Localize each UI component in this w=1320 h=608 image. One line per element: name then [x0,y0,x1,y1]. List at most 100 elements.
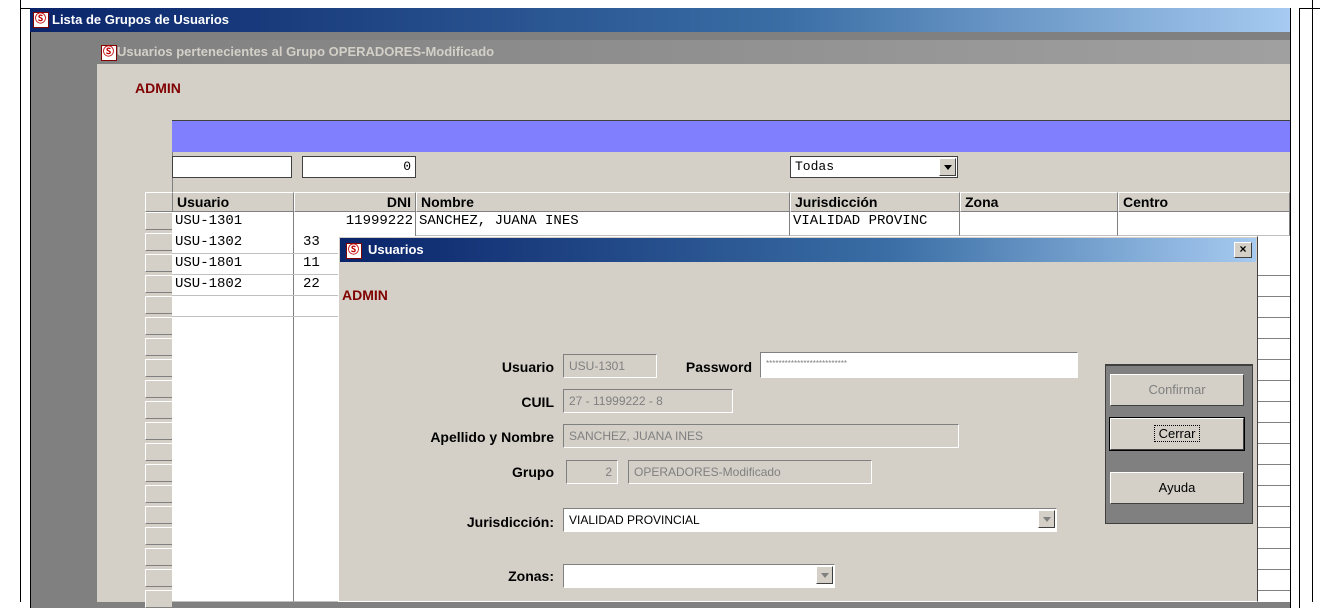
row-selector[interactable] [145,548,173,566]
cerrar-button[interactable]: Cerrar [1109,417,1245,451]
grid-row-line [1258,359,1290,360]
zonas-label: Zonas: [508,568,554,584]
cell-usuario[interactable]: USU-1301 [172,212,294,232]
ayuda-button[interactable]: Ayuda [1110,472,1244,504]
column-header-selector [145,192,173,212]
row-selector[interactable] [145,275,173,293]
column-header-nombre[interactable]: Nombre [416,192,790,212]
row-selector[interactable] [145,338,173,356]
grid-column-centro [1118,212,1290,236]
dialog-current-user: ADMIN [342,287,388,303]
grid-row-line [1258,296,1290,297]
cerrar-button-label: Cerrar [1153,425,1201,442]
row-selector[interactable] [145,401,173,419]
row-selector[interactable] [145,317,173,335]
usuario-field[interactable]: USU-1301 [563,354,657,378]
jurisdiccion-select[interactable]: VIALIDAD PROVINCIAL [563,508,1057,532]
chevron-down-icon[interactable] [816,566,833,584]
cell-dni[interactable]: 11999222 [294,212,416,232]
row-selector[interactable] [145,296,173,314]
cell-jurisdiccion[interactable]: VIALIDAD PROVINC [790,212,960,232]
row-selector[interactable] [145,422,173,440]
row-selector[interactable] [145,590,173,608]
cuil-field[interactable]: 27 - 11999222 - 8 [563,389,733,413]
cell-dni[interactable]: 33 [300,233,340,253]
confirmar-button[interactable]: Confirmar [1110,374,1244,406]
row-selector[interactable] [145,506,173,524]
frame-line-left [20,0,21,602]
cell-usuario[interactable]: USU-1801 [172,254,294,274]
grid-row-line [1258,275,1290,276]
grid-row-line [1258,317,1290,318]
row-selector[interactable] [145,569,173,587]
outer-window-right-border [1290,8,1300,608]
grid-row-line [1258,590,1290,591]
jurisdiccion-label: Jurisdicción: [466,514,554,530]
column-header-zona[interactable]: Zona [960,192,1118,212]
grid-row-line [172,316,338,317]
inner-window-title: Usuarios pertenecientes al Grupo OPERADO… [117,44,495,59]
cell-usuario[interactable]: USU-1302 [172,233,294,253]
ayuda-button-label: Ayuda [1158,480,1196,495]
row-selector[interactable] [145,233,173,251]
jurisdiccion-value: VIALIDAD PROVINCIAL [569,513,700,527]
grid-row-line [1258,569,1290,570]
chevron-down-icon[interactable] [939,158,956,176]
grid-row-line [1258,464,1290,465]
frame-line-right [1312,0,1313,602]
chevron-down-icon[interactable] [1038,510,1055,528]
grid-row-line [1258,338,1290,339]
cell-dni[interactable]: 11 [300,254,340,274]
app-icon [101,43,117,61]
filter-dni-input[interactable]: 0 [302,156,416,178]
row-selector[interactable] [145,485,173,503]
filter-jurisdiccion-value: Todas [795,159,835,174]
grid-header-band [172,120,1290,152]
usuario-label: Usuario [501,359,554,375]
grid-row-line [1258,548,1290,549]
row-selector[interactable] [145,212,173,230]
password-field[interactable]: ************************** [760,352,1078,378]
cell-nombre[interactable]: SANCHEZ, JUANA INES [416,212,790,232]
app-icon [346,241,362,259]
column-header-dni[interactable]: DNI [294,192,416,212]
grupo-label: Grupo [512,464,554,480]
close-icon[interactable]: × [1234,242,1252,258]
grupo-number-field[interactable]: 2 [566,460,618,484]
grid-column-zona [960,212,1118,236]
grid-row-line [1258,506,1290,507]
grupo-name-field[interactable]: OPERADORES-Modificado [628,460,872,484]
inner-window-titlebar[interactable]: Usuarios pertenecientes al Grupo OPERADO… [97,40,1290,64]
confirmar-button-label: Confirmar [1148,382,1206,397]
dialog-titlebar[interactable]: Usuarios [340,238,1256,262]
row-selector[interactable] [145,443,173,461]
current-user-label: ADMIN [135,80,181,96]
grid-row-line [1258,527,1290,528]
grid-row-line [1258,485,1290,486]
apellido-nombre-label: Apellido y Nombre [430,429,554,445]
filter-jurisdiccion-select[interactable]: Todas [790,156,958,178]
dialog-title: Usuarios [368,242,424,257]
grid-row-line [1258,401,1290,402]
filter-usuario-input[interactable] [172,156,292,178]
apellido-nombre-field[interactable]: SANCHEZ, JUANA INES [563,424,959,448]
row-selector[interactable] [145,464,173,482]
cell-dni[interactable]: 22 [300,275,340,295]
row-selector[interactable] [145,380,173,398]
column-header-centro[interactable]: Centro [1118,192,1290,212]
column-header-usuario[interactable]: Usuario [172,192,294,212]
cell-usuario[interactable]: USU-1802 [172,275,294,295]
zonas-select[interactable] [563,564,835,588]
grid-row-line [172,295,338,296]
grid-row-line [1258,380,1290,381]
cuil-label: CUIL [521,394,554,410]
row-selector[interactable] [145,527,173,545]
password-label: Password [685,359,752,375]
outer-window-title: Lista de Grupos de Usuarios [52,12,229,27]
row-selector[interactable] [145,359,173,377]
outer-window-titlebar[interactable]: Lista de Grupos de Usuarios [30,8,1290,32]
grid-row-line [1258,422,1290,423]
app-icon [33,10,49,28]
row-selector[interactable] [145,254,173,272]
column-header-jurisdiccion[interactable]: Jurisdicción [790,192,960,212]
